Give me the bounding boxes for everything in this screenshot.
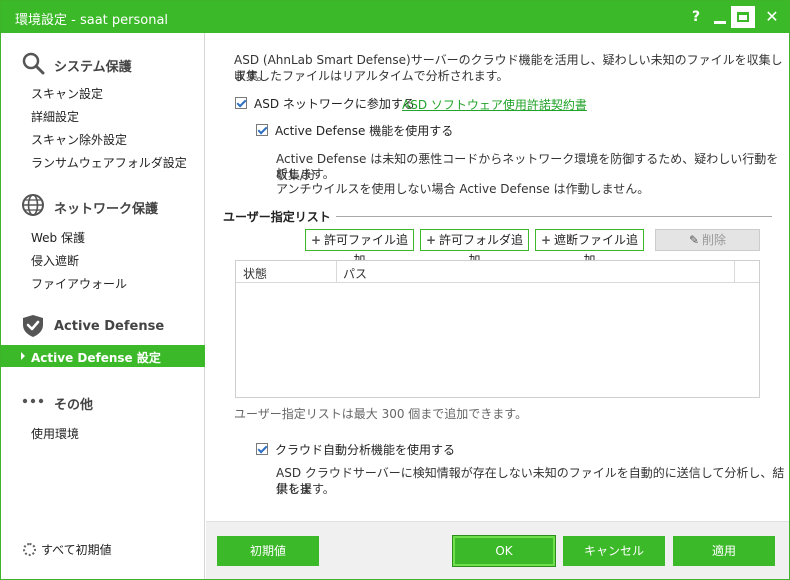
sidebar-item-active-defense-settings[interactable]: Active Defense 設定 bbox=[1, 345, 205, 367]
table-header: 状態 パス bbox=[236, 261, 759, 283]
section-divider bbox=[336, 216, 772, 217]
sidebar-item-firewall[interactable]: ファイアウォール bbox=[1, 271, 205, 293]
column-header-path[interactable]: パス bbox=[343, 265, 367, 282]
sidebar-item-environment[interactable]: 使用環境 bbox=[1, 421, 205, 443]
intro-text-2: 収集したファイルはリアルタイムで分析されます。 bbox=[234, 69, 509, 83]
plus-icon: + bbox=[425, 233, 437, 247]
sidebar-section-active-defense: Active Defense bbox=[1, 311, 205, 341]
sidebar-item-scan-exclusions[interactable]: スキャン除外設定 bbox=[1, 127, 205, 149]
delete-button[interactable]: ✎ 削除 bbox=[655, 229, 760, 251]
minimize-icon bbox=[714, 21, 726, 24]
more-icon bbox=[22, 398, 44, 404]
plus-icon: + bbox=[310, 233, 322, 247]
sidebar-section-system: システム保護 bbox=[1, 48, 205, 78]
user-list-title: ユーザー指定リスト bbox=[223, 210, 331, 224]
sidebar-item-intrusion-block[interactable]: 侵入遮断 bbox=[1, 248, 205, 270]
cloud-analysis-desc-1: ASD クラウドサーバーに検知情報が存在しない未知のファイルを自動的に送信して分… bbox=[276, 466, 785, 496]
sidebar-section-label: システム保護 bbox=[54, 60, 132, 75]
apply-button[interactable]: 適用 bbox=[673, 536, 775, 566]
sidebar-section-label: Active Defense bbox=[54, 319, 165, 334]
sidebar-item-ransomware-folder[interactable]: ランサムウェアフォルダ設定 bbox=[1, 150, 205, 172]
user-list-table[interactable]: 状態 パス bbox=[235, 260, 760, 398]
cloud-analysis-checkbox[interactable] bbox=[256, 443, 268, 455]
search-icon bbox=[22, 52, 45, 75]
active-defense-checkbox[interactable] bbox=[256, 124, 268, 136]
sidebar-section-network: ネットワーク保護 bbox=[1, 190, 205, 220]
add-allowed-folder-button[interactable]: +許可フォルダ追加 bbox=[420, 229, 529, 267]
cloud-analysis-label: クラウド自動分析機能を使用する bbox=[275, 443, 456, 457]
license-agreement-link[interactable]: ASD ソフトウェア使用許諾契約書 bbox=[402, 96, 587, 113]
shield-check-icon bbox=[23, 315, 43, 337]
sidebar-item-advanced-settings[interactable]: 詳細設定 bbox=[1, 104, 205, 126]
settings-window: 環境設定 - saat personal ? ✕ システム保護 スキャン設定 詳… bbox=[0, 0, 790, 580]
close-button[interactable]: ✕ bbox=[759, 4, 785, 30]
active-defense-label: Active Defense 機能を使用する bbox=[275, 124, 454, 138]
sidebar-section-label: ネットワーク保護 bbox=[54, 202, 159, 217]
asd-network-label: ASD ネットワークに参加する bbox=[254, 97, 415, 111]
cloud-analysis-desc-2: 供します。 bbox=[276, 482, 335, 496]
maximize-icon bbox=[737, 12, 749, 22]
help-button[interactable]: ? bbox=[683, 4, 709, 30]
list-limit-note: ユーザー指定リストは最大 300 個まで追加できます。 bbox=[234, 407, 528, 421]
column-separator bbox=[336, 261, 337, 283]
cancel-button[interactable]: キャンセル bbox=[563, 536, 665, 566]
footer-bar: 初期値 OK キャンセル 適用 bbox=[206, 521, 789, 579]
content-panel: ASD (AhnLab Smart Defense)サーバーのクラウド機能を活用… bbox=[206, 33, 789, 521]
sidebar-item-scan-settings[interactable]: スキャン設定 bbox=[1, 81, 205, 103]
column-separator bbox=[734, 261, 735, 283]
add-allowed-file-button[interactable]: +許可ファイル追加 bbox=[305, 229, 414, 267]
caret-right-icon bbox=[21, 352, 25, 360]
ok-button[interactable]: OK bbox=[453, 536, 555, 566]
column-header-status[interactable]: 状態 bbox=[243, 265, 267, 282]
sidebar-section-label: その他 bbox=[54, 398, 94, 413]
minimize-button[interactable] bbox=[707, 4, 733, 30]
active-defense-desc-3: アンチウイルスを使用しない場合 Active Defense は作動しません。 bbox=[276, 182, 650, 196]
maximize-button[interactable] bbox=[731, 6, 755, 28]
sidebar: システム保護 スキャン設定 詳細設定 スキャン除外設定 ランサムウェアフォルダ設… bbox=[1, 33, 205, 579]
spinner-icon bbox=[23, 543, 36, 556]
sidebar-section-other: その他 bbox=[1, 386, 205, 416]
active-defense-desc-2: 析します。 bbox=[276, 167, 335, 181]
plus-icon: + bbox=[540, 233, 552, 247]
add-blocked-file-button[interactable]: +遮断ファイル追加 bbox=[535, 229, 644, 267]
asd-network-checkbox[interactable] bbox=[235, 97, 247, 109]
active-defense-desc-1: Active Defense は未知の悪性コードからネットワーク環境を防御するた… bbox=[276, 152, 779, 182]
globe-icon bbox=[22, 194, 44, 216]
reset-all-button[interactable]: すべて初期値 bbox=[23, 541, 112, 558]
default-button[interactable]: 初期値 bbox=[217, 536, 319, 566]
window-title: 環境設定 - saat personal bbox=[15, 13, 169, 28]
sidebar-item-web-protection[interactable]: Web 保護 bbox=[1, 225, 205, 247]
eraser-icon: ✎ bbox=[688, 233, 700, 247]
title-bar[interactable]: 環境設定 - saat personal ? ✕ bbox=[1, 1, 789, 33]
